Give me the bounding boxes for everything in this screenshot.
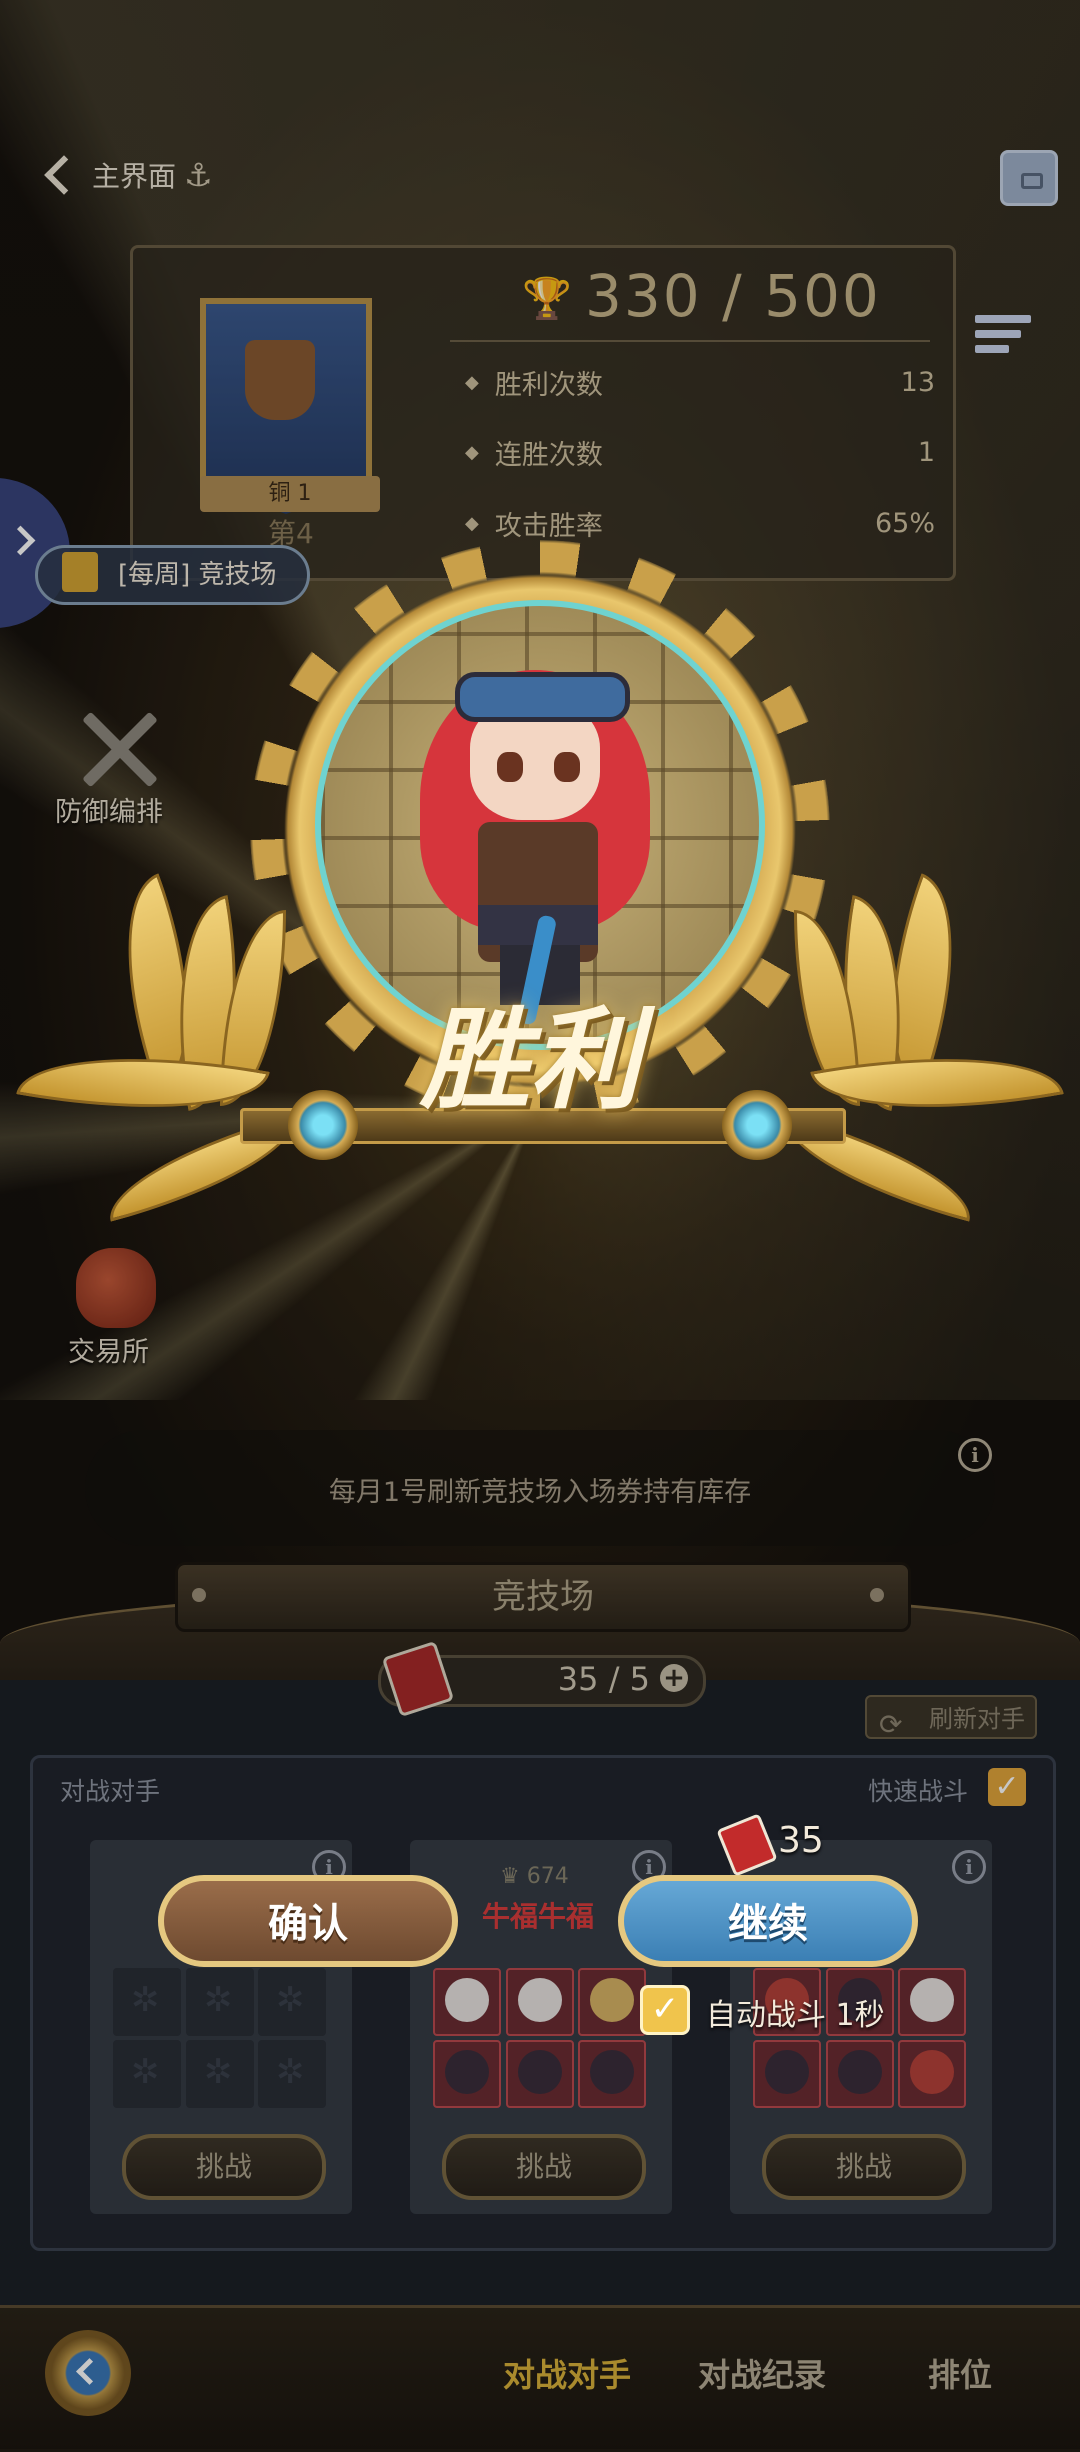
victory-title: 胜利	[420, 995, 640, 1124]
left-wing	[16, 873, 380, 1240]
confirm-button[interactable]: 确认	[158, 1875, 458, 1967]
auto-battle-label: 自动战斗 1秒	[706, 1998, 885, 2033]
gem-icon	[288, 1090, 358, 1160]
gem-icon	[722, 1090, 792, 1160]
hero-eye	[554, 752, 580, 782]
right-wing	[700, 873, 1064, 1240]
continue-button[interactable]: 继续	[618, 1875, 918, 1967]
continue-cost: 35	[778, 1820, 824, 1861]
auto-battle-checkbox[interactable]: ✓	[640, 1985, 690, 2035]
goggles-icon	[455, 672, 630, 722]
hero-eye	[497, 752, 523, 782]
